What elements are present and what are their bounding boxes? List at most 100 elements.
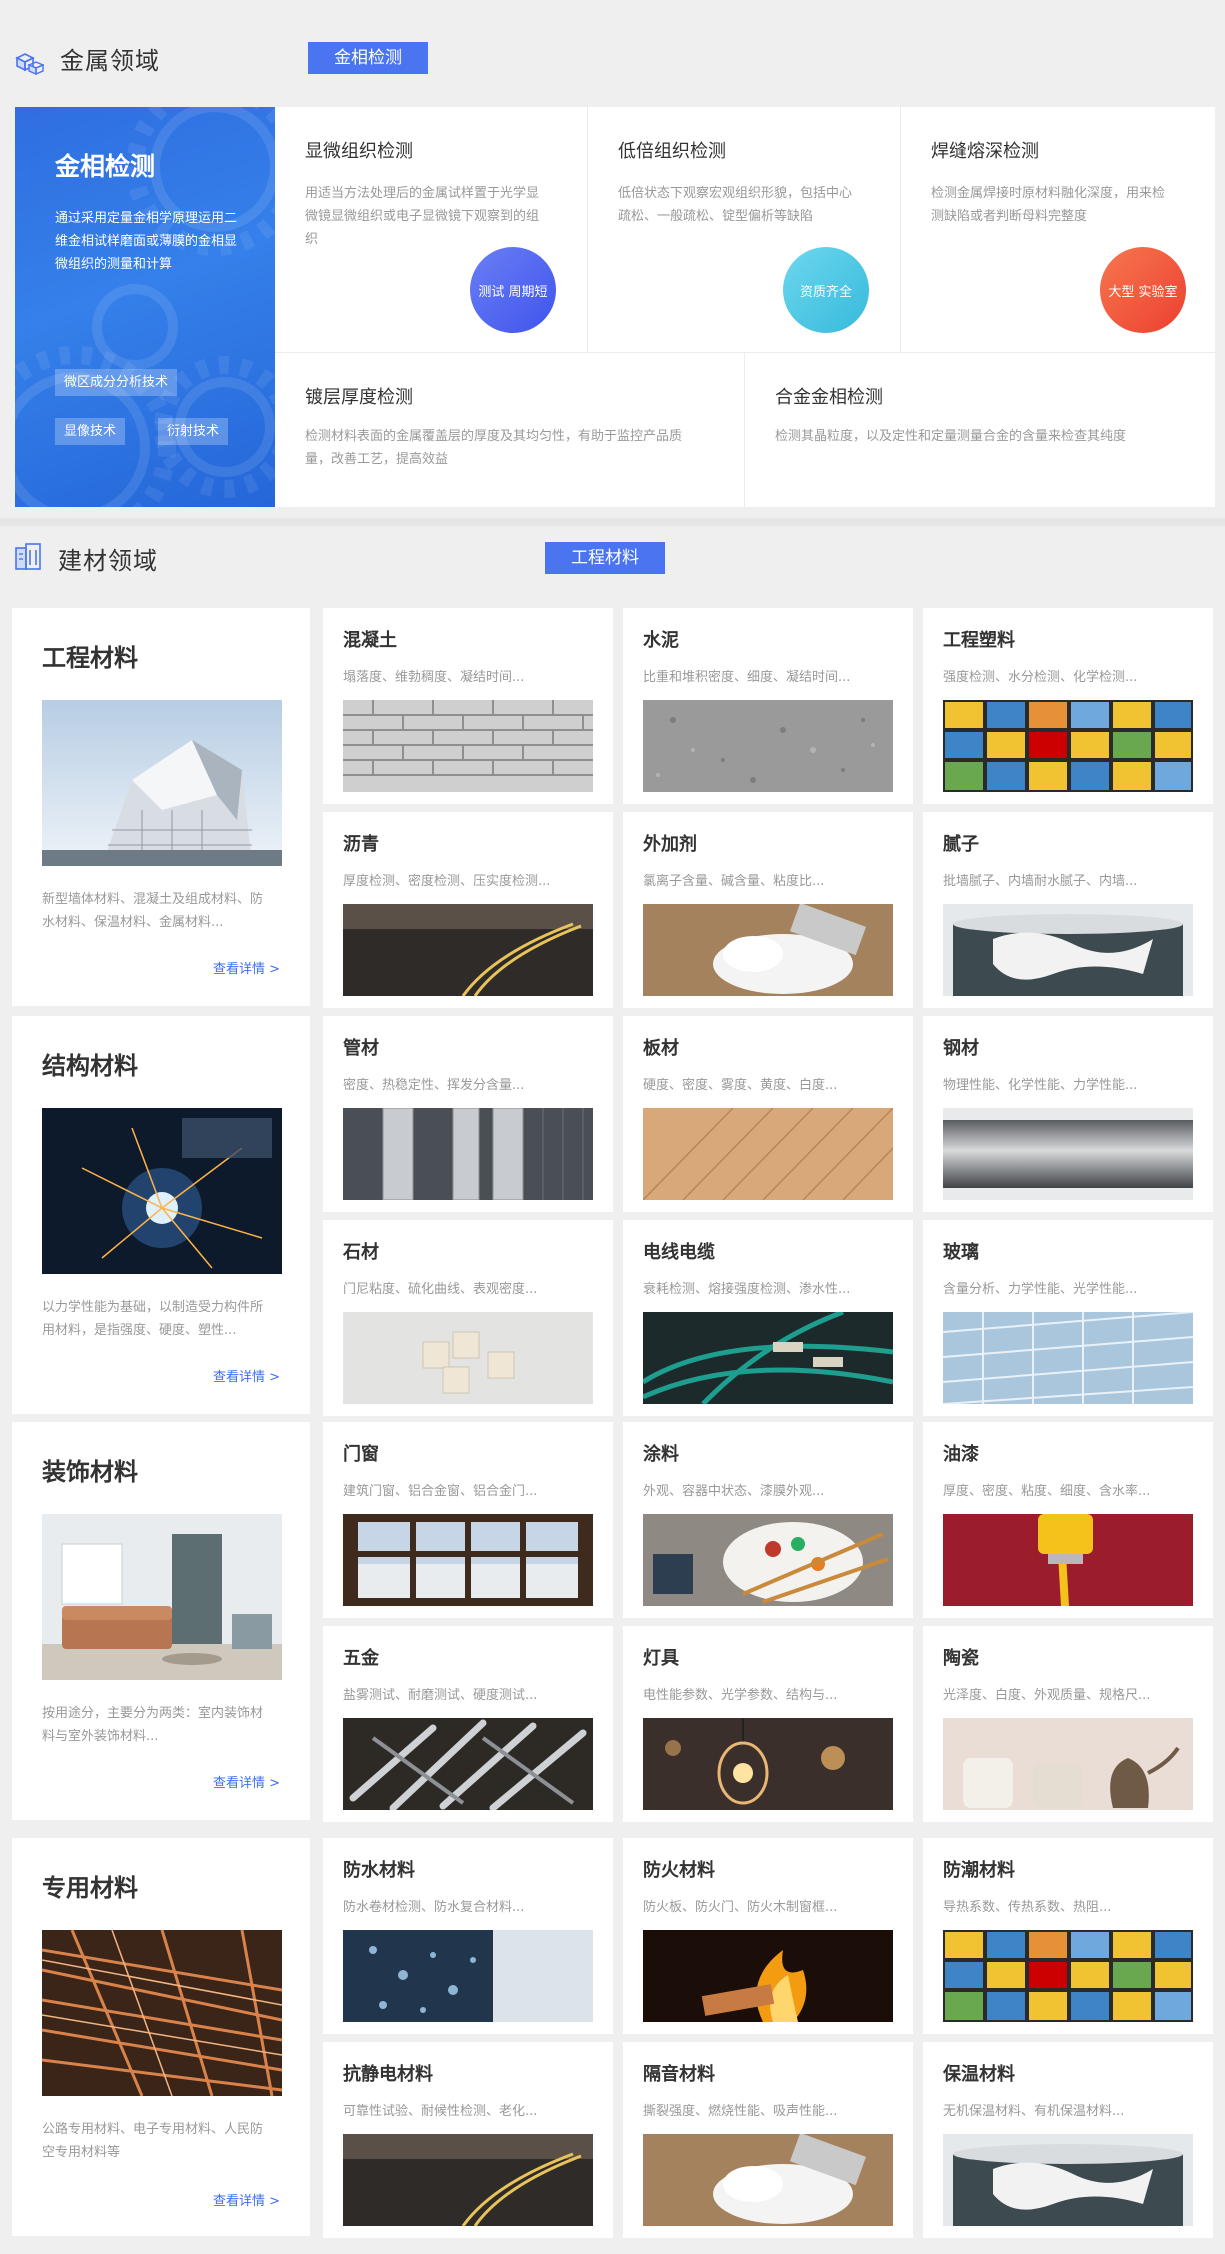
item-title: 管材 <box>343 1038 379 1059</box>
item-image-window <box>343 1514 593 1606</box>
view-details-link[interactable]: 查看详情 > <box>213 2190 280 2209</box>
metal-cell-coating-thickness[interactable]: 镀层厚度检测 检测材料表面的金属覆盖层的厚度及其均匀性，有助于监控产品质 量，改善… <box>275 353 745 507</box>
item-title: 五金 <box>343 1648 379 1669</box>
item-doors-windows[interactable]: 门窗 建筑门窗、铝合金窗、铝合金门... <box>323 1422 613 1618</box>
metal-cell-alloy[interactable]: 合金金相检测 检测其晶粒度，以及定性和定量测量合金的含量来检查其纯度 <box>745 353 1215 507</box>
category-decorative[interactable]: 装饰材料 按用途分，主要分为两类：室内装饰材 料与室外装饰材料... 查看详情 > <box>12 1422 310 1820</box>
item-description: 建筑门窗、铝合金窗、铝合金门... <box>343 1484 538 1499</box>
item-image-ceramic-jars <box>943 1718 1193 1810</box>
item-image-water-drops <box>343 1930 593 2022</box>
item-description: 塌落度、维勃稠度、凝结时间... <box>343 670 525 685</box>
item-description: 氯离子含量、碱含量、粘度比... <box>643 874 825 889</box>
item-title: 油漆 <box>943 1444 979 1465</box>
category-title: 装饰材料 <box>42 1458 138 1486</box>
item-fireproof[interactable]: 防火材料 防火板、防火门、防火木制窗框... <box>623 1838 913 2034</box>
tab-metallographic[interactable]: 金相检测 <box>308 42 428 74</box>
item-title: 门窗 <box>343 1444 379 1465</box>
item-title: 沥青 <box>343 834 379 855</box>
item-description: 门尼粘度、硫化曲线、表观密度... <box>343 1282 538 1297</box>
item-cables[interactable]: 电线电缆 衰耗检测、熔接强度检测、渗水性... <box>623 1220 913 1416</box>
item-description: 撕裂强度、燃烧性能、吸声性能... <box>643 2104 838 2119</box>
category-title: 工程材料 <box>42 644 138 672</box>
item-image-stone-samples <box>343 1312 593 1404</box>
item-cement[interactable]: 水泥 比重和堆积密度、细度、凝结时间... <box>623 608 913 804</box>
item-title: 灯具 <box>643 1648 679 1669</box>
item-title: 电线电缆 <box>643 1242 715 1263</box>
item-description: 厚度检测、密度检测、压实度检测... <box>343 874 551 889</box>
view-details-link[interactable]: 查看详情 > <box>213 1366 280 1385</box>
metal-cell-microstructure[interactable]: 显微组织检测 用适当方法处理后的金属试样置于光学显 微镜显微组织或电子显微镜下观察… <box>275 107 588 353</box>
item-hardware[interactable]: 五金 盐雾测试、耐磨测试、硬度测试... <box>323 1626 613 1822</box>
item-glass[interactable]: 玻璃 含量分析、力学性能、光学性能... <box>923 1220 1213 1416</box>
cell-description: 检测材料表面的金属覆盖层的厚度及其均匀性，有助于监控产品质 量，改善工艺，提高效益 <box>305 429 683 467</box>
item-description: 硬度、密度、雾度、黄度、白度... <box>643 1078 838 1093</box>
item-description: 强度检测、水分检测、化学检测... <box>943 670 1138 685</box>
item-soundproof[interactable]: 隔音材料 撕裂强度、燃烧性能、吸声性能... <box>623 2042 913 2238</box>
item-description: 含量分析、力学性能、光学性能... <box>943 1282 1138 1297</box>
item-title: 工程塑料 <box>943 630 1015 651</box>
tab-engineering-materials[interactable]: 工程材料 <box>545 542 665 574</box>
item-title: 涂料 <box>643 1444 679 1465</box>
category-structural[interactable]: 结构材料 以力学性能为基础，以制造受力构件所 用材料，是指强度、硬度、塑性... … <box>12 1016 310 1414</box>
item-concrete[interactable]: 混凝土 塌落度、维勃稠度、凝结时间... <box>323 608 613 804</box>
cell-description: 检测金属焊接时原材料融化深度，用来检 测缺陷或者判断母料完整度 <box>931 186 1166 224</box>
item-title: 防潮材料 <box>943 1860 1015 1881</box>
category-image-welding <box>42 1108 282 1274</box>
item-paint[interactable]: 油漆 厚度、密度、粘度、细度、含水率... <box>923 1422 1213 1618</box>
metal-cell-weld-depth[interactable]: 焊缝熔深检测 检测金属焊接时原材料融化深度，用来检 测缺陷或者判断母料完整度 大型… <box>901 107 1215 353</box>
item-description: 衰耗检测、熔接强度检测、渗水性... <box>643 1282 851 1297</box>
feature-description: 通过采用定量金相学原理运用二维金相试样磨面或薄膜的金相显微组织的测量和计算 <box>55 211 238 272</box>
item-steel[interactable]: 钢材 物理性能、化学性能、力学性能... <box>923 1016 1213 1212</box>
item-antistatic[interactable]: 抗静电材料 可靠性试验、耐候性检测、老化... <box>323 2042 613 2238</box>
cell-title: 显微组织检测 <box>305 141 413 162</box>
item-putty[interactable]: 腻子 批墙腻子、内墙耐水腻子、内墙... <box>923 812 1213 1008</box>
chip-imaging[interactable]: 显像技术 <box>55 418 126 445</box>
item-title: 钢材 <box>943 1038 979 1059</box>
cell-title: 镀层厚度检测 <box>305 387 413 408</box>
item-description: 导热系数、传热系数、热阻... <box>943 1900 1112 1915</box>
item-description: 批墙腻子、内墙耐水腻子、内墙... <box>943 874 1138 889</box>
category-image-architecture <box>42 700 282 866</box>
item-stone[interactable]: 石材 门尼粘度、硫化曲线、表观密度... <box>323 1220 613 1416</box>
item-boards[interactable]: 板材 硬度、密度、雾度、黄度、白度... <box>623 1016 913 1212</box>
metal-cell-macrostructure[interactable]: 低倍组织检测 低倍状态下观察宏观组织形貌，包括中心 疏松、一般疏松、锭型偏析等缺陷… <box>588 107 901 353</box>
metal-feature-card[interactable]: 金相检测 通过采用定量金相学原理运用二维金相试样磨面或薄膜的金相显微组织的测量和… <box>15 107 275 507</box>
item-coatings[interactable]: 涂料 外观、容器中状态、漆膜外观... <box>623 1422 913 1618</box>
category-description: 以力学性能为基础，以制造受力构件所 用材料，是指强度、硬度、塑性... <box>42 1300 264 1338</box>
item-description: 物理性能、化学性能、力学性能... <box>943 1078 1138 1093</box>
building-icon <box>15 543 41 570</box>
item-admixture[interactable]: 外加剂 氯离子含量、碱含量、粘度比... <box>623 812 913 1008</box>
cell-description: 低倍状态下观察宏观组织形貌，包括中心 疏松、一般疏松、锭型偏析等缺陷 <box>618 186 853 224</box>
item-moisture-proof[interactable]: 防潮材料 导热系数、传热系数、热阻... <box>923 1838 1213 2034</box>
category-special[interactable]: 专用材料 公路专用材料、电子专用材料、人民防 空专用材料等 查看详情 > <box>12 1838 310 2236</box>
feature-title: 金相检测 <box>55 152 156 181</box>
item-description: 无机保温材料、有机保温材料... <box>943 2104 1125 2119</box>
item-image-putty-bucket <box>943 2134 1193 2226</box>
item-title: 陶瓷 <box>943 1648 979 1669</box>
item-lamps[interactable]: 灯具 电性能参数、光学参数、结构与... <box>623 1626 913 1822</box>
item-engineering-plastics[interactable]: 工程塑料 强度检测、水分检测、化学检测... <box>923 608 1213 804</box>
chip-micro-analysis[interactable]: 微区成分分析技术 <box>55 369 178 396</box>
item-title: 石材 <box>343 1242 379 1263</box>
item-image-fire <box>643 1930 893 2022</box>
item-title: 隔音材料 <box>643 2064 715 2085</box>
item-image-cement <box>643 700 893 792</box>
category-engineering[interactable]: 工程材料 新型墙体材料、混凝土及组成材料、防 水材料、保温材料、金属材料... 查… <box>12 608 310 1006</box>
item-asphalt[interactable]: 沥青 厚度检测、密度检测、压实度检测... <box>323 812 613 1008</box>
view-details-link[interactable]: 查看详情 > <box>213 1772 280 1791</box>
badge-short-cycle: 测试 周期短 <box>470 247 556 333</box>
item-insulation[interactable]: 保温材料 无机保温材料、有机保温材料... <box>923 2042 1213 2238</box>
category-image-copper-wires <box>42 1930 282 2096</box>
chip-diffraction[interactable]: 衍射技术 <box>158 418 229 445</box>
item-image-paint-roller <box>943 1514 1193 1606</box>
item-title: 抗静电材料 <box>343 2064 433 2085</box>
item-waterproof[interactable]: 防水材料 防水卷材检测、防水复合材料... <box>323 1838 613 2034</box>
item-description: 外观、容器中状态、漆膜外观... <box>643 1484 825 1499</box>
cell-description: 用适当方法处理后的金属试样置于光学显 微镜显微组织或电子显微镜下观察到的组织 <box>305 186 540 247</box>
category-description: 新型墙体材料、混凝土及组成材料、防 水材料、保温材料、金属材料... <box>42 892 264 930</box>
item-image-wrenches <box>343 1718 593 1810</box>
item-ceramics[interactable]: 陶瓷 光泽度、白度、外观质量、规格尺... <box>923 1626 1213 1822</box>
view-details-link[interactable]: 查看详情 > <box>213 958 280 977</box>
item-pipes[interactable]: 管材 密度、热稳定性、挥发分含量... <box>323 1016 613 1212</box>
category-title: 专用材料 <box>42 1874 138 1902</box>
